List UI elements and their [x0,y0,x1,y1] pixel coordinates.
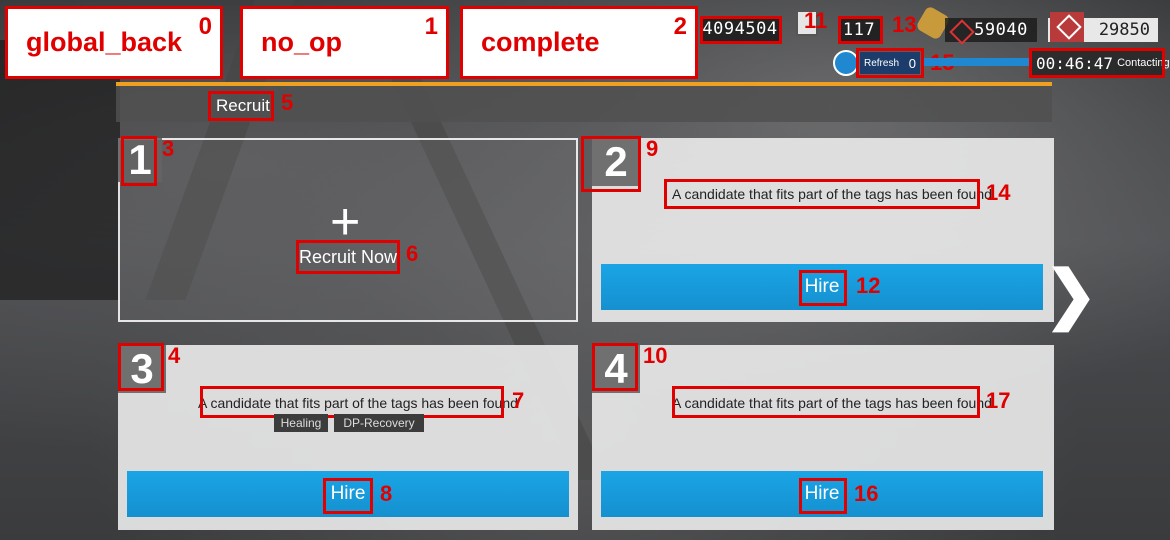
annotation-box [799,478,847,514]
refresh-progress-bar [924,58,1032,66]
annotation-number: 10 [643,343,668,368]
tag-label: Healing [280,416,322,430]
annotation-box [799,270,847,306]
action-index: 2 [673,13,687,40]
annotation-number: 17 [986,388,1011,413]
annotation-number: 11 [804,8,828,33]
action-index: 0 [198,13,212,40]
annotation-box [323,478,373,514]
global-back-action[interactable]: global_back 0 [5,6,223,79]
tag-label: DP-Recovery [343,416,415,430]
orundum-icon [949,19,975,45]
annotation-number: 16 [854,481,879,506]
tag-healing: Healing [274,414,328,432]
annotation-number: 5 [281,90,294,115]
annotation-number: 14 [986,180,1011,205]
annotation-box [700,16,782,44]
annotation-box [664,179,980,209]
annotation-number: 4 [168,343,181,368]
annotation-number: 12 [856,273,881,298]
annotation-box [296,240,400,274]
action-label: complete [481,27,600,57]
background-beam [0,40,120,300]
orundum-counter: 59040 [945,18,1037,45]
annotation-number: 3 [162,136,175,161]
complete-action[interactable]: complete 2 [460,6,698,79]
action-label: no_op [261,27,342,57]
annotation-box [838,16,883,44]
action-index: 1 [424,13,438,40]
annotation-box [672,386,980,418]
action-label: global_back [26,27,183,57]
annotation-box [121,136,157,186]
annotation-box [592,343,638,391]
annotation-box [118,343,164,391]
next-page-chevron-icon[interactable]: ❯ [1044,262,1098,326]
annotation-number: 13 [892,12,917,37]
annotation-box [856,48,924,78]
annotation-number: 9 [646,136,659,161]
tag-dp-recovery: DP-Recovery [334,414,424,432]
orundum-value: 59040 [974,20,1028,40]
annotation-number: 8 [380,481,393,506]
annotation-number: 7 [512,388,525,413]
annotation-number: 6 [406,241,419,266]
annotation-box [1029,48,1165,78]
originite-value: 29850 [1098,20,1150,40]
annotation-box [581,136,641,192]
no-op-action[interactable]: no_op 1 [240,6,449,79]
annotation-box [208,91,274,121]
